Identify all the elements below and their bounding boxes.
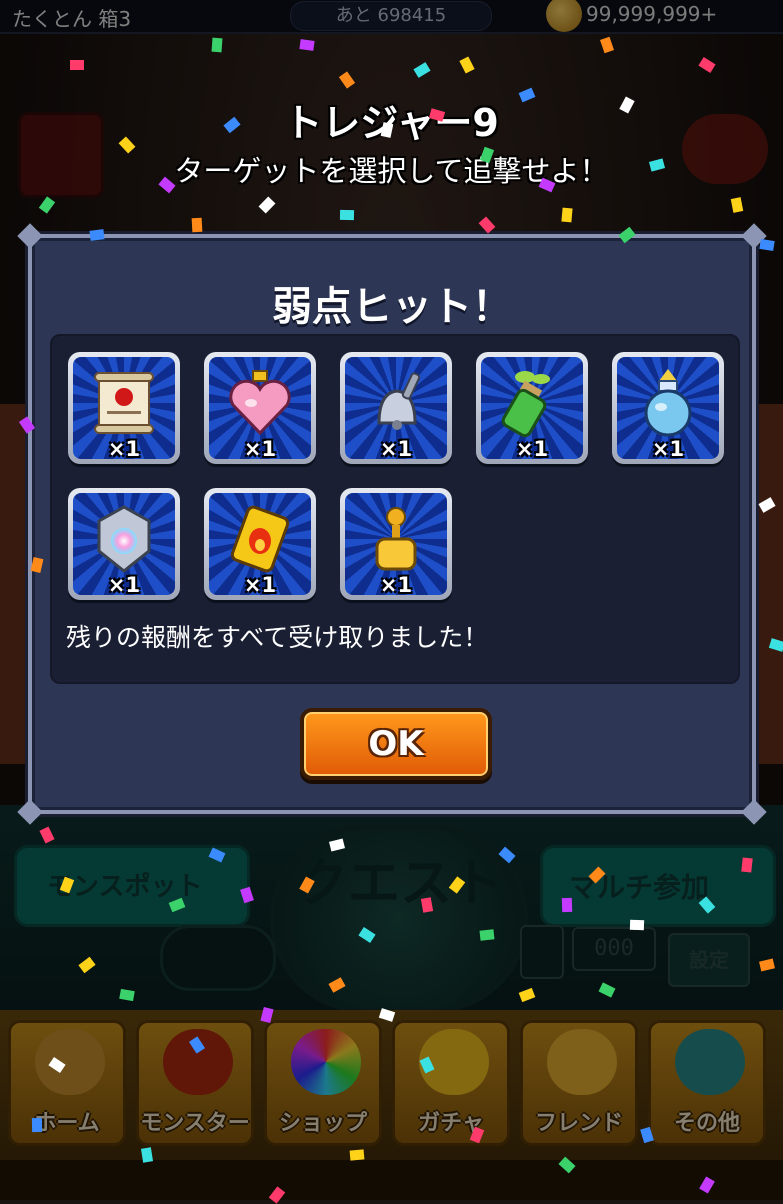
dialog-title: 弱点ヒット！ xyxy=(272,284,512,330)
reward-count: ×1 xyxy=(107,573,141,595)
reward-slot[interactable]: ×1 xyxy=(204,352,316,464)
scroll-icon xyxy=(94,372,154,434)
reward-count: ×1 xyxy=(107,437,141,459)
reward-slot[interactable]: ×1 xyxy=(340,488,452,600)
blue-orb-jar-icon xyxy=(644,369,692,437)
reward-slot[interactable]: ×1 xyxy=(340,352,452,464)
reward-slot[interactable]: ×1 xyxy=(68,488,180,600)
gold-pawn-bottle-icon xyxy=(375,507,417,571)
rainbow-crest-icon xyxy=(97,505,151,573)
reward-slot[interactable]: ×1 xyxy=(476,352,588,464)
reward-slot[interactable]: ×1 xyxy=(204,488,316,600)
reward-slot[interactable]: ×1 xyxy=(612,352,724,464)
heart-potion-icon xyxy=(229,370,291,436)
reward-count: ×1 xyxy=(379,437,413,459)
sprout-bottle-icon xyxy=(501,371,550,438)
reward-count: ×1 xyxy=(243,437,277,459)
reward-count: ×1 xyxy=(243,573,277,595)
treasure-title: トレジャー9 xyxy=(284,101,499,145)
bell-icon xyxy=(377,372,421,430)
reward-dialog: 弱点ヒット！ ×1 ×1 ×1 ×1 ×1 ×1 ×1 ×1 残りの報酬をすべて… xyxy=(17,223,767,825)
reward-count: ×1 xyxy=(651,437,685,459)
ok-button[interactable]: OK xyxy=(300,708,492,780)
reward-count: ×1 xyxy=(379,573,413,595)
reward-count: ×1 xyxy=(515,437,549,459)
treasure-instruction: ターゲットを選択して追撃せよ！ xyxy=(174,154,609,188)
reward-slot[interactable]: ×1 xyxy=(68,352,180,464)
rewards-received-message: 残りの報酬をすべて受け取りました！ xyxy=(66,623,489,652)
fire-can-icon xyxy=(230,505,290,573)
